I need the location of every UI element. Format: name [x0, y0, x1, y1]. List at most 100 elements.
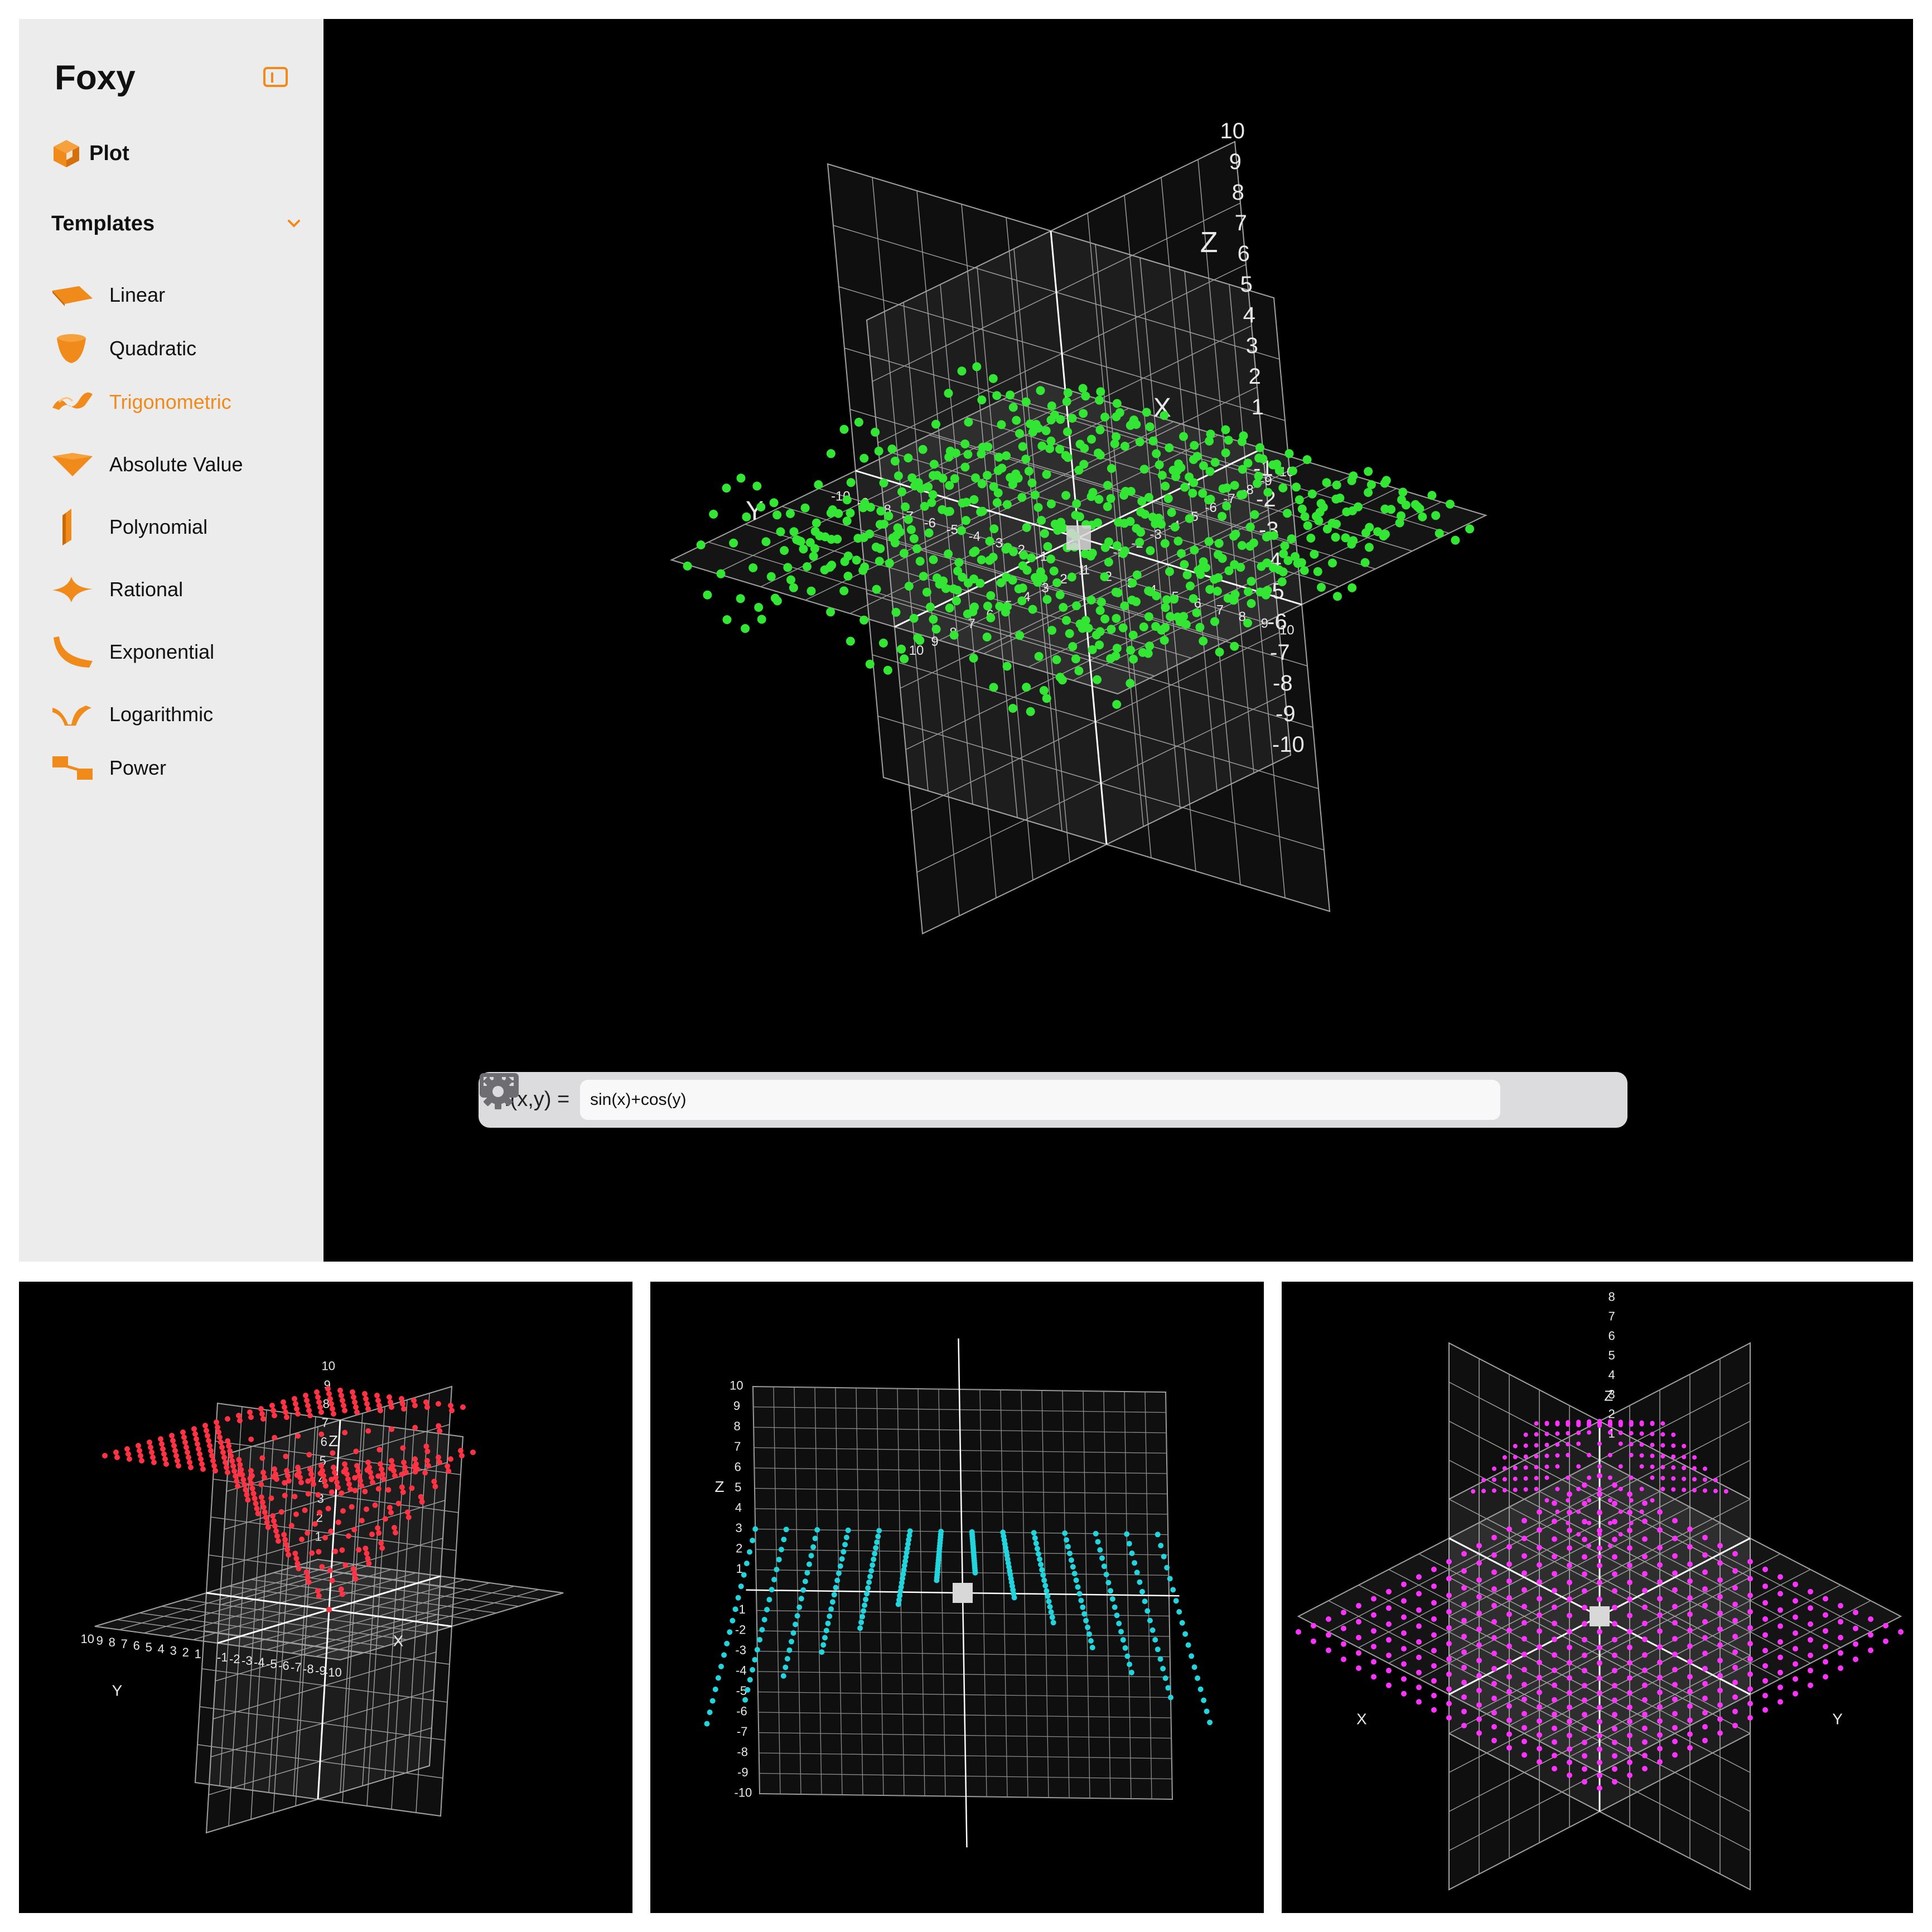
data-point — [1544, 1464, 1549, 1469]
data-point — [1097, 597, 1106, 607]
data-point — [1576, 1431, 1581, 1435]
data-point — [273, 1471, 278, 1477]
data-point — [1180, 560, 1189, 569]
data-point — [969, 654, 978, 663]
data-point — [1732, 1585, 1738, 1591]
template-logarithmic[interactable]: Logarithmic — [51, 695, 213, 734]
data-point — [1597, 1760, 1602, 1766]
data-point — [1144, 612, 1153, 621]
data-point — [335, 1519, 341, 1525]
data-point — [1491, 1680, 1497, 1687]
data-point — [163, 1461, 169, 1467]
data-point — [1199, 636, 1208, 646]
data-point — [1476, 1642, 1482, 1648]
template-trigonometric[interactable]: Trigonometric — [51, 383, 231, 422]
data-point — [1033, 1540, 1039, 1547]
plot-viewport[interactable]: 10987654321-1-2-3-4-5-6-7-8-9-10-10-9-8-… — [323, 19, 1913, 1262]
data-point — [1139, 622, 1148, 631]
data-point — [1703, 1477, 1707, 1482]
data-point — [1206, 429, 1215, 439]
template-polynomial[interactable]: Polynomial — [51, 508, 207, 547]
data-point — [1597, 1596, 1602, 1602]
data-point — [1161, 603, 1170, 612]
data-point — [776, 527, 785, 537]
data-point — [1838, 1619, 1843, 1625]
data-point — [1502, 1487, 1507, 1493]
data-point — [1179, 1620, 1185, 1626]
template-linear[interactable]: Linear — [51, 276, 165, 315]
data-point — [327, 1396, 333, 1402]
data-point — [1218, 554, 1227, 563]
data-point — [1095, 1539, 1101, 1545]
data-point — [1037, 1556, 1042, 1562]
data-point — [169, 1433, 175, 1438]
data-point — [1481, 1477, 1486, 1482]
data-point — [362, 1391, 368, 1397]
data-point — [284, 1414, 289, 1420]
data-point — [796, 537, 805, 546]
data-point — [411, 1398, 417, 1403]
data-point — [1401, 1690, 1407, 1697]
data-point — [1132, 597, 1141, 606]
data-point — [347, 1486, 353, 1492]
data-point — [1778, 1669, 1783, 1675]
data-point — [873, 1545, 879, 1551]
data-point — [789, 1639, 794, 1645]
template-power[interactable]: Power — [51, 748, 166, 788]
expression-input[interactable] — [580, 1080, 1500, 1120]
data-point — [1052, 655, 1061, 664]
data-point — [842, 495, 852, 505]
data-point — [1747, 1559, 1753, 1564]
data-point — [1042, 470, 1051, 479]
data-point — [1446, 1686, 1452, 1692]
data-point — [836, 1570, 842, 1576]
data-point — [175, 1458, 180, 1464]
data-point — [170, 1438, 176, 1443]
data-point — [1086, 1631, 1092, 1637]
data-point — [1287, 534, 1296, 543]
template-quadratic[interactable]: Quadratic — [51, 329, 196, 368]
data-point — [834, 1577, 841, 1583]
templates-section-header[interactable]: Templates — [51, 207, 308, 241]
template-absolute-value[interactable]: Absolute Value — [51, 445, 243, 484]
data-point — [1671, 1476, 1676, 1481]
data-point — [1476, 1577, 1482, 1583]
z-tick-label: 7 — [734, 1440, 741, 1453]
data-point — [379, 1466, 384, 1472]
data-point — [220, 1450, 226, 1455]
data-point — [1139, 465, 1149, 474]
data-point — [1808, 1605, 1813, 1611]
data-point — [1120, 601, 1129, 611]
data-point — [1214, 573, 1223, 582]
data-point — [1657, 1544, 1663, 1551]
data-point — [837, 1563, 843, 1569]
gear-icon[interactable] — [479, 1072, 518, 1111]
data-point — [1567, 1580, 1572, 1586]
data-point — [1537, 1596, 1542, 1602]
data-point — [1195, 1675, 1201, 1681]
template-rational[interactable]: Rational — [51, 570, 183, 609]
data-point — [1582, 1537, 1587, 1543]
template-exponential[interactable]: Exponential — [51, 632, 214, 672]
sidebar-item-plot[interactable]: Plot — [51, 134, 129, 173]
data-point — [180, 1429, 186, 1435]
cube-icon — [54, 140, 79, 167]
data-point — [1793, 1690, 1798, 1697]
data-point — [986, 613, 996, 622]
data-point — [829, 1599, 835, 1605]
data-point — [353, 1448, 359, 1455]
data-point — [779, 1547, 784, 1553]
data-point — [960, 462, 970, 472]
data-point — [1642, 1620, 1648, 1626]
data-point — [1431, 1616, 1437, 1622]
data-point — [1537, 1509, 1542, 1515]
data-point — [423, 1443, 429, 1450]
data-point — [1223, 593, 1233, 603]
z-tick-label: 2 — [1249, 364, 1261, 389]
sidebar-toggle-icon[interactable] — [263, 67, 288, 87]
y-tick-label: 9 — [96, 1634, 103, 1648]
data-point — [1146, 546, 1155, 556]
data-point — [1041, 426, 1051, 436]
data-point — [319, 1564, 325, 1570]
data-point — [1356, 1603, 1361, 1609]
